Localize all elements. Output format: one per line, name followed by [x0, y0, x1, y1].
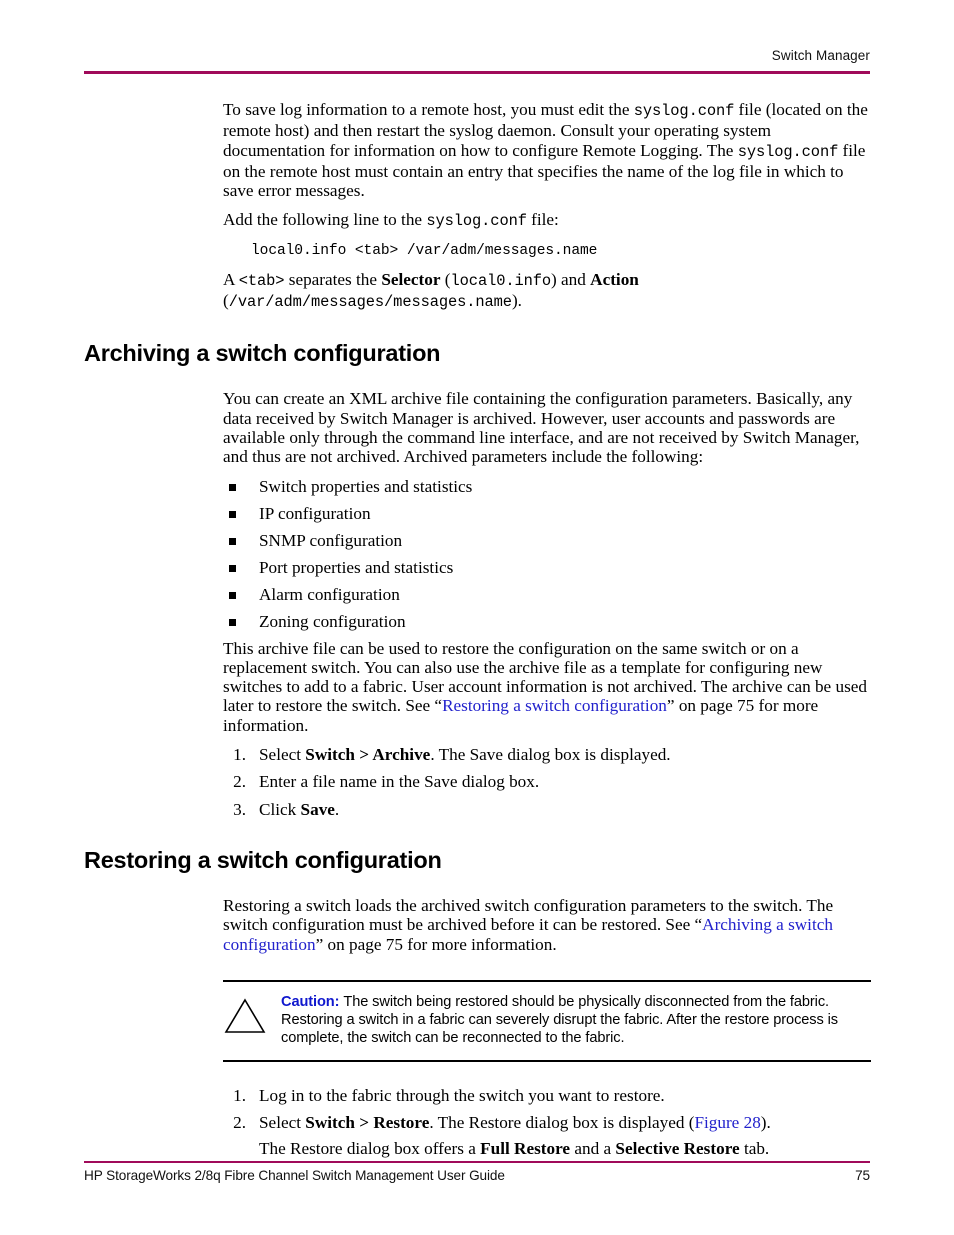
square-bullet-icon — [229, 510, 236, 518]
header-title: Switch Manager — [771, 48, 870, 63]
square-bullet-icon — [229, 537, 236, 545]
archiving-paragraph-2: This archive file can be used to restore… — [223, 639, 871, 735]
step-bold-switch-archive: Switch > Archive — [305, 745, 431, 765]
step-number: 3. — [233, 799, 246, 819]
step-text-a: Log in to the fabric through the switch … — [259, 1085, 665, 1105]
square-bullet-icon — [229, 483, 236, 491]
restoring-steps-section: 1. Log in to the fabric through the switc… — [223, 1086, 871, 1159]
list-item: 2. Enter a file name in the Save dialog b… — [223, 772, 871, 791]
header-rule — [84, 71, 870, 75]
full-restore-tab-label: Full Restore — [480, 1139, 571, 1159]
step-text-a: Select — [259, 1113, 306, 1133]
restoring-section: Restoring a switch loads the archived sw… — [223, 896, 871, 954]
list-item: Switch properties and statistics — [223, 477, 871, 496]
list-item: Alarm configuration — [223, 585, 871, 604]
restoring-para1-text-b: ” on page 75 for more information. — [315, 934, 557, 954]
intro-para2-text-b: file: — [526, 210, 559, 230]
list-item-label: Alarm configuration — [259, 584, 400, 604]
intro-para3-text-f: ). — [511, 291, 522, 311]
step-text-a: Enter a file name in the Save dialog box… — [259, 772, 540, 792]
list-item: SNMP configuration — [223, 531, 871, 550]
local0-info-code: local0.info — [450, 271, 552, 290]
restoring-steps-list: 1. Log in to the fabric through the switc… — [223, 1086, 871, 1159]
footer-row: HP StorageWorks 2/8q Fibre Channel Switc… — [84, 1168, 870, 1183]
step-text-c: ). — [760, 1113, 771, 1133]
square-bullet-icon — [229, 591, 236, 599]
restoring-paragraph-1: Restoring a switch loads the archived sw… — [223, 896, 871, 954]
list-item-label: Zoning configuration — [259, 611, 406, 631]
list-item: Port properties and statistics — [223, 558, 871, 577]
syslog-conf-code-3: syslog.conf — [426, 212, 527, 231]
document-page: Switch Manager To save log information t… — [0, 0, 954, 1235]
action-term: Action — [590, 269, 639, 289]
intro-paragraph-3: A <tab> separates the Selector (local0.i… — [223, 270, 871, 313]
code-block-syslog-line: local0.info <tab> /var/adm/messages.name — [251, 242, 598, 259]
list-item-label: Switch properties and statistics — [259, 476, 473, 496]
step-subline-text-b: and a — [570, 1139, 616, 1159]
warning-triangle-icon — [223, 993, 281, 1040]
page-header: Switch Manager — [84, 48, 870, 75]
list-item: 1. Select Switch > Archive. The Save dial… — [223, 745, 871, 764]
step-text-b: . The Restore dialog box is displayed ( — [429, 1113, 695, 1133]
footer-rule — [84, 1161, 870, 1163]
step-text-b: . — [334, 799, 340, 819]
selector-term: Selector — [381, 269, 441, 289]
list-item: 3. Click Save. — [223, 800, 871, 819]
caution-body: Caution: The switch being restored should… — [281, 993, 871, 1048]
step-text-b: . The Save dialog box is displayed. — [430, 745, 671, 765]
step-text-a: Click — [259, 799, 301, 819]
list-item: 1. Log in to the fabric through the switc… — [223, 1086, 871, 1105]
page-footer: HP StorageWorks 2/8q Fibre Channel Switc… — [84, 1161, 870, 1183]
step-bold-save: Save — [300, 799, 335, 819]
intro-para2-text-a: Add the following line to the — [223, 210, 427, 230]
archiving-paragraph-1: You can create an XML archive file conta… — [223, 389, 860, 467]
link-figure-28[interactable]: Figure 28 — [694, 1113, 760, 1132]
tab-code: <tab> — [238, 271, 285, 290]
step-number: 1. — [233, 745, 246, 765]
step-text-a: Select — [259, 745, 306, 765]
list-item: Zoning configuration — [223, 612, 871, 631]
intro-para1-text-a: To save log information to a remote host… — [223, 100, 634, 119]
archiving-steps-list: 1. Select Switch > Archive. The Save dial… — [223, 745, 871, 819]
square-bullet-icon — [229, 564, 236, 572]
list-item-label: SNMP configuration — [259, 530, 403, 550]
caution-message: The switch being restored should be phys… — [281, 993, 838, 1047]
list-item: IP configuration — [223, 504, 871, 523]
page-content: To save log information to a remote host… — [0, 100, 954, 1167]
link-restoring-a-switch-configuration[interactable]: Restoring a switch configuration — [442, 696, 667, 715]
archiving-section: You can create an XML archive file conta… — [223, 389, 871, 819]
square-bullet-icon — [229, 618, 236, 626]
heading-restoring-a-switch-configuration: Restoring a switch configuration — [84, 846, 442, 873]
intro-paragraph-2: Add the following line to the syslog.con… — [223, 210, 871, 231]
heading-archiving-a-switch-configuration: Archiving a switch configuration — [84, 340, 441, 367]
syslog-conf-code-1: syslog.conf — [633, 102, 735, 120]
footer-guide-title: HP StorageWorks 2/8q Fibre Channel Switc… — [84, 1168, 505, 1183]
intro-section: To save log information to a remote host… — [223, 100, 871, 312]
caution-admonition: Caution: The switch being restored should… — [223, 979, 871, 1062]
step-number: 2. — [233, 772, 246, 792]
step-subline: The Restore dialog box offers a Full Res… — [259, 1139, 871, 1158]
messages-path-code: /var/adm/messages/messages.name — [228, 293, 512, 312]
list-item-label: Port properties and statistics — [259, 557, 454, 577]
archived-parameters-list: Switch properties and statistics IP conf… — [223, 477, 871, 631]
list-item: 2. Select Switch > Restore. The Restore d… — [223, 1113, 871, 1159]
intro-para3-text-a: A — [223, 269, 239, 289]
caution-label: Caution: — [281, 993, 340, 1010]
selective-restore-tab-label: Selective Restore — [615, 1139, 740, 1159]
step-number: 1. — [233, 1085, 246, 1105]
intro-para3-text-c: ( — [440, 269, 451, 289]
intro-para3-text-d: ) and — [551, 269, 591, 289]
step-subline-text-c: tab. — [739, 1139, 770, 1159]
intro-paragraph-1: To save log information to a remote host… — [223, 100, 871, 200]
step-number: 2. — [233, 1113, 246, 1133]
list-item-label: IP configuration — [259, 503, 371, 523]
syslog-conf-code-2: syslog.conf — [737, 142, 839, 161]
step-bold-switch-restore: Switch > Restore — [305, 1113, 430, 1133]
footer-page-number: 75 — [855, 1168, 870, 1183]
intro-para3-text-b: separates the — [284, 269, 382, 289]
step-subline-text-a: The Restore dialog box offers a — [259, 1139, 481, 1159]
